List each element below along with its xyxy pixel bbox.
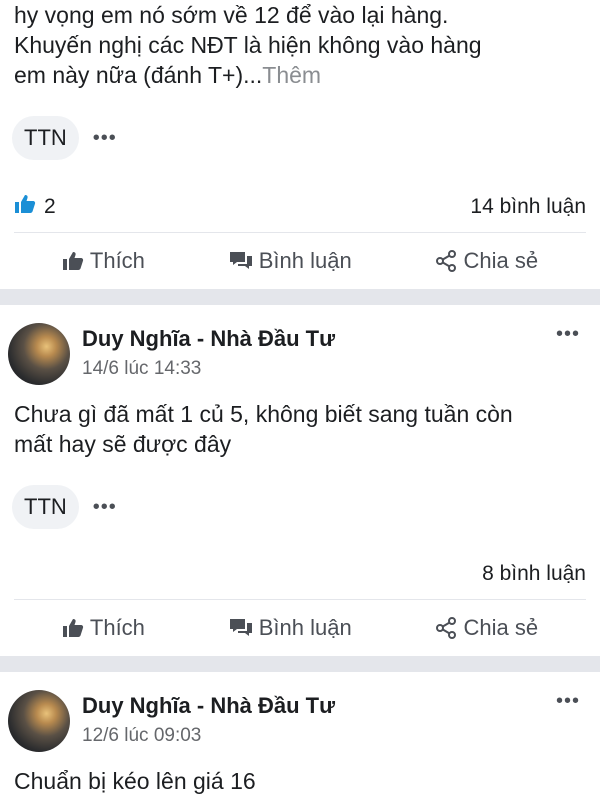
post-time[interactable]: 12/6 lúc 09:03 xyxy=(82,725,335,747)
post-1-stats: 2 14 bình luận xyxy=(0,182,600,232)
post-3-text: Chuẩn bị kéo lên giá 16 xyxy=(14,768,256,794)
comment-label: Bình luận xyxy=(258,248,352,273)
thumbs-up-icon xyxy=(62,251,84,271)
post-3: Duy Nghĩa - Nhà Đầu Tư 12/6 lúc 09:03 ••… xyxy=(0,672,600,796)
post-2: Duy Nghĩa - Nhà Đầu Tư 14/6 lúc 14:33 ••… xyxy=(0,305,600,656)
post-time[interactable]: 14/6 lúc 14:33 xyxy=(82,358,335,380)
share-label: Chia sẻ xyxy=(463,615,539,640)
post-1-actions: Thích Bình luận Chia sẻ xyxy=(0,233,600,289)
comment-count[interactable]: 8 bình luận xyxy=(482,562,586,586)
more-dots-icon[interactable]: ••• xyxy=(556,690,580,713)
post-1-tags: TTN ••• xyxy=(0,116,600,160)
comment-button[interactable]: Bình luận xyxy=(229,248,352,274)
share-label: Chia sẻ xyxy=(463,248,539,273)
like-label: Thích xyxy=(89,248,145,273)
post-2-header: Duy Nghĩa - Nhà Đầu Tư 14/6 lúc 14:33 ••… xyxy=(0,305,600,385)
comment-icon xyxy=(229,618,253,638)
thumbs-up-icon xyxy=(14,194,36,220)
post-1-text-line: Khuyến nghị các NĐT là hiện không vào hà… xyxy=(14,32,482,58)
post-2-meta: Duy Nghĩa - Nhà Đầu Tư 14/6 lúc 14:33 xyxy=(82,323,335,380)
post-3-header: Duy Nghĩa - Nhà Đầu Tư 12/6 lúc 09:03 ••… xyxy=(0,672,600,752)
post-2-stats: 8 bình luận xyxy=(0,549,600,599)
post-separator xyxy=(0,289,600,305)
post-separator xyxy=(0,656,600,672)
post-2-text: Chưa gì đã mất 1 củ 5, không biết sang t… xyxy=(0,399,600,459)
stock-tag[interactable]: TTN xyxy=(12,485,79,529)
post-2-actions: Thích Bình luận Chia sẻ xyxy=(0,600,600,656)
like-button[interactable]: Thích xyxy=(62,615,145,641)
avatar[interactable] xyxy=(8,690,70,752)
author-name[interactable]: Duy Nghĩa - Nhà Đầu Tư xyxy=(82,693,335,719)
like-button[interactable]: Thích xyxy=(62,248,145,274)
share-button[interactable]: Chia sẻ xyxy=(435,248,538,274)
like-label: Thích xyxy=(89,615,145,640)
author-name[interactable]: Duy Nghĩa - Nhà Đầu Tư xyxy=(82,326,335,352)
share-icon xyxy=(435,617,457,639)
more-dots-icon[interactable]: ••• xyxy=(93,485,117,529)
comment-icon xyxy=(229,251,253,271)
stock-tag[interactable]: TTN xyxy=(12,116,79,160)
post-1-text: hy vọng em nó sớm về 12 để vào lại hàng.… xyxy=(0,0,600,90)
see-more-link[interactable]: Thêm xyxy=(262,62,321,88)
like-summary[interactable]: 2 xyxy=(14,194,56,220)
more-dots-icon[interactable]: ••• xyxy=(556,323,580,346)
more-dots-icon[interactable]: ••• xyxy=(93,116,117,160)
comment-label: Bình luận xyxy=(258,615,352,640)
comment-button[interactable]: Bình luận xyxy=(229,615,352,641)
thumbs-up-icon xyxy=(62,618,84,638)
like-count: 2 xyxy=(44,195,56,218)
post-2-text-line: Chưa gì đã mất 1 củ 5, không biết sang t… xyxy=(14,401,513,427)
post-3-meta: Duy Nghĩa - Nhà Đầu Tư 12/6 lúc 09:03 xyxy=(82,690,335,747)
share-button[interactable]: Chia sẻ xyxy=(435,615,538,641)
post-1-text-line: em này nữa (đánh T+)... xyxy=(14,62,263,88)
post-1: hy vọng em nó sớm về 12 để vào lại hàng.… xyxy=(0,0,600,289)
post-2-text-line: mất hay sẽ được đây xyxy=(14,431,232,457)
share-icon xyxy=(435,250,457,272)
avatar[interactable] xyxy=(8,323,70,385)
post-2-tags: TTN ••• xyxy=(0,485,600,529)
post-1-text-line: hy vọng em nó sớm về 12 để vào lại hàng. xyxy=(14,2,449,28)
comment-count[interactable]: 14 bình luận xyxy=(470,195,586,219)
